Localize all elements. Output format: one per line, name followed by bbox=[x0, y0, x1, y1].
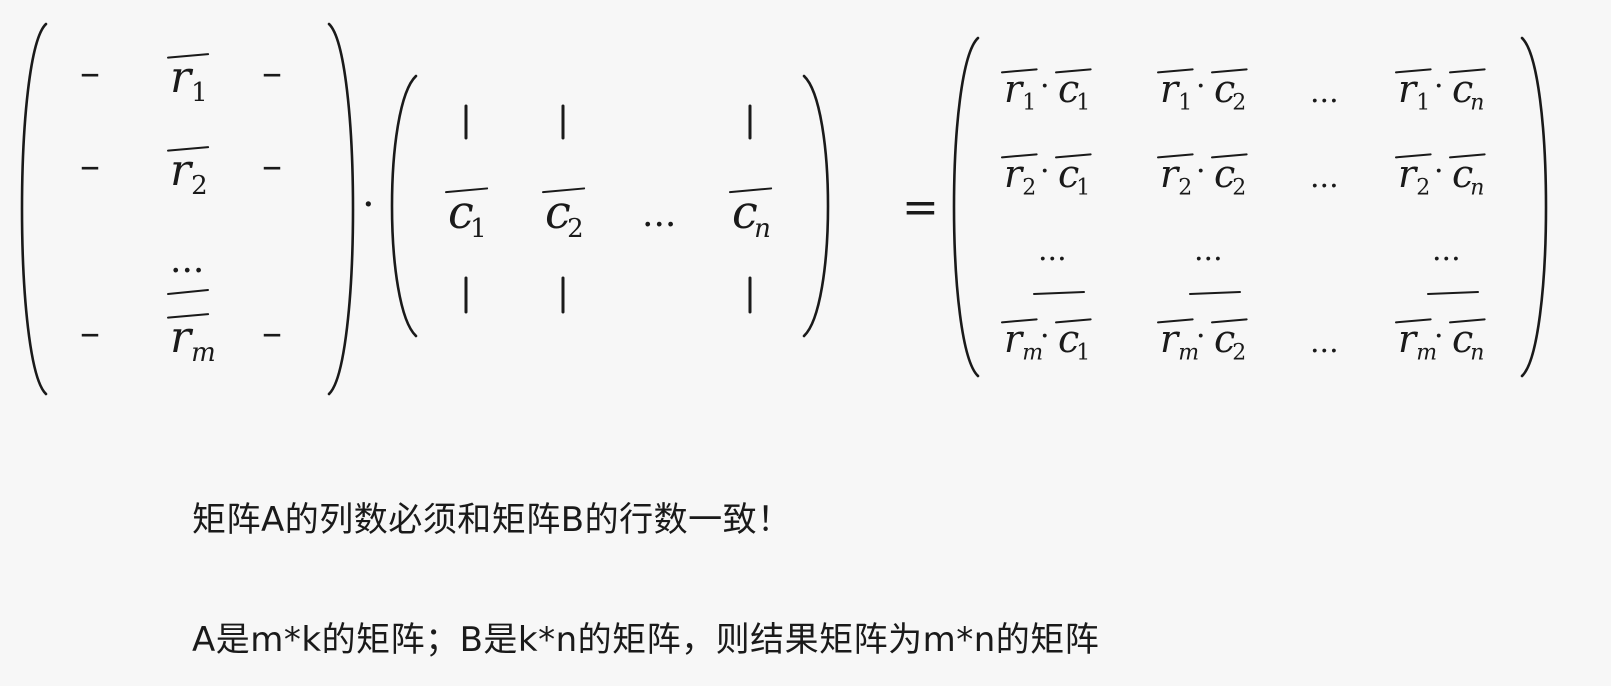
vector-subscript: 2 bbox=[1232, 91, 1246, 116]
vector-subscript: 2 bbox=[1232, 176, 1246, 201]
result-column-vector: c1 bbox=[1055, 317, 1092, 366]
result-ellipsis: ... bbox=[1038, 233, 1067, 268]
result-column-vector: cn bbox=[1449, 152, 1486, 201]
overbar bbox=[1427, 291, 1479, 295]
result-cell: r 1 · c2 bbox=[1157, 67, 1248, 116]
vector-subscript: m bbox=[191, 338, 216, 368]
vector-subscript: 2 bbox=[191, 171, 208, 201]
result-ellipsis: ... bbox=[1310, 325, 1339, 360]
dot-operator: · bbox=[362, 182, 375, 228]
result-column-vector: c2 bbox=[1211, 317, 1248, 366]
matrix-a-row-dash-left: – bbox=[80, 50, 100, 96]
vector-subscript: 1 bbox=[1022, 91, 1036, 116]
matrix-a-row-dash-left: – bbox=[80, 143, 100, 189]
vector-subscript: 1 bbox=[1076, 176, 1090, 201]
overbar bbox=[1033, 291, 1085, 295]
vector-subscript: n bbox=[754, 214, 771, 244]
matrix-multiplication-equation: – –r 1– –r 2...– –r m· c1 c2... cn =r 1 · c1 r 1 · c2... r… bbox=[20, 22, 1548, 396]
result-dot: · bbox=[1434, 319, 1444, 354]
vector-subscript: 1 bbox=[1076, 91, 1090, 116]
result-column-vector: cn bbox=[1449, 317, 1486, 366]
result-row-vector: r2 bbox=[1157, 152, 1194, 201]
matrix-b-ellipsis: ... bbox=[642, 194, 676, 235]
matrix-b-right-paren bbox=[802, 74, 830, 338]
vector-subscript: 2 bbox=[1416, 176, 1430, 201]
result-ellipsis: ... bbox=[1310, 75, 1339, 110]
vector-subscript: n bbox=[1470, 176, 1484, 201]
matrix-a-row-dash-right: – bbox=[262, 143, 282, 189]
matrix-a-row-vector: rm bbox=[167, 312, 216, 368]
result-row-vector: r1 bbox=[1157, 67, 1194, 116]
matrix-b-column-vector: c2 bbox=[542, 185, 586, 244]
result-cell: r 2 · c2 bbox=[1157, 152, 1248, 201]
result-column-vector: c2 bbox=[1211, 67, 1248, 116]
vector-subscript: 2 bbox=[567, 214, 584, 244]
result-dot: · bbox=[1040, 69, 1050, 104]
result-row-vector: r2 bbox=[1001, 152, 1038, 201]
result-right-paren bbox=[1520, 36, 1548, 378]
result-row-vector: r1 bbox=[1395, 67, 1432, 116]
result-cell: r 2 · c1 bbox=[1001, 152, 1092, 201]
result-row-vector: r2 bbox=[1395, 152, 1432, 201]
result-column-vector: c1 bbox=[1055, 67, 1092, 116]
result-column-vector: cn bbox=[1449, 67, 1486, 116]
result-ellipsis: ... bbox=[1310, 160, 1339, 195]
result-dot: · bbox=[1196, 154, 1206, 189]
vector-subscript: n bbox=[1470, 341, 1484, 366]
matrix-a-left-paren bbox=[20, 22, 48, 396]
result-dot: · bbox=[1196, 69, 1206, 104]
result-cell: r m· cn bbox=[1395, 317, 1486, 366]
result-cell: r 1 · cn bbox=[1395, 67, 1486, 116]
column-row-rule-note: 矩阵A的列数必须和矩阵B的行数一致！ bbox=[192, 500, 792, 540]
result-dot: · bbox=[1434, 69, 1444, 104]
result-dot: · bbox=[1040, 319, 1050, 354]
vector-subscript: 2 bbox=[1232, 341, 1246, 366]
matrix-a-row-vector: r1 bbox=[167, 52, 210, 108]
result-column-vector: c2 bbox=[1211, 152, 1248, 201]
result-row-vector: r1 bbox=[1001, 67, 1038, 116]
vector-subscript: 1 bbox=[1416, 91, 1430, 116]
result-cell: r 1 · c1 bbox=[1001, 67, 1092, 116]
vector-subscript: 1 bbox=[1178, 91, 1192, 116]
equals-sign: = bbox=[902, 182, 939, 233]
result-cell: r m· c1 bbox=[1001, 317, 1092, 366]
overbar bbox=[1189, 291, 1241, 295]
matrix-b-column-vector: cn bbox=[729, 185, 773, 244]
matrix-b-left-paren bbox=[390, 74, 418, 338]
result-row-vector: rm bbox=[1157, 317, 1199, 366]
result-ellipsis: ... bbox=[1432, 233, 1461, 268]
matrix-a-right-paren bbox=[327, 22, 355, 396]
vector-subscript: 2 bbox=[1022, 176, 1036, 201]
dimension-rule-note: A是m*k的矩阵；B是k*n的矩阵，则结果矩阵为m*n的矩阵 bbox=[192, 620, 1100, 660]
result-column-vector: c1 bbox=[1055, 152, 1092, 201]
result-dot: · bbox=[1196, 319, 1206, 354]
vector-subscript: 1 bbox=[470, 214, 487, 244]
overbar bbox=[167, 289, 209, 295]
result-left-paren bbox=[952, 36, 980, 378]
matrix-a-row-dash-right: – bbox=[262, 310, 282, 356]
matrix-a-ellipsis: ... bbox=[170, 240, 204, 281]
matrix-a-row-vector: r2 bbox=[167, 145, 210, 201]
matrix-b-column-vector: c1 bbox=[445, 185, 489, 244]
vector-subscript: n bbox=[1470, 91, 1484, 116]
matrix-a-row-dash-left: – bbox=[80, 310, 100, 356]
result-ellipsis: ... bbox=[1194, 233, 1223, 268]
vector-subscript: 1 bbox=[191, 78, 208, 108]
result-cell: r m· c2 bbox=[1157, 317, 1248, 366]
result-row-vector: rm bbox=[1395, 317, 1437, 366]
result-dot: · bbox=[1040, 154, 1050, 189]
result-row-vector: rm bbox=[1001, 317, 1043, 366]
vector-subscript: 2 bbox=[1178, 176, 1192, 201]
result-cell: r 2 · cn bbox=[1395, 152, 1486, 201]
matrix-a-row-dash-right: – bbox=[262, 50, 282, 96]
result-dot: · bbox=[1434, 154, 1444, 189]
vector-subscript: 1 bbox=[1076, 341, 1090, 366]
